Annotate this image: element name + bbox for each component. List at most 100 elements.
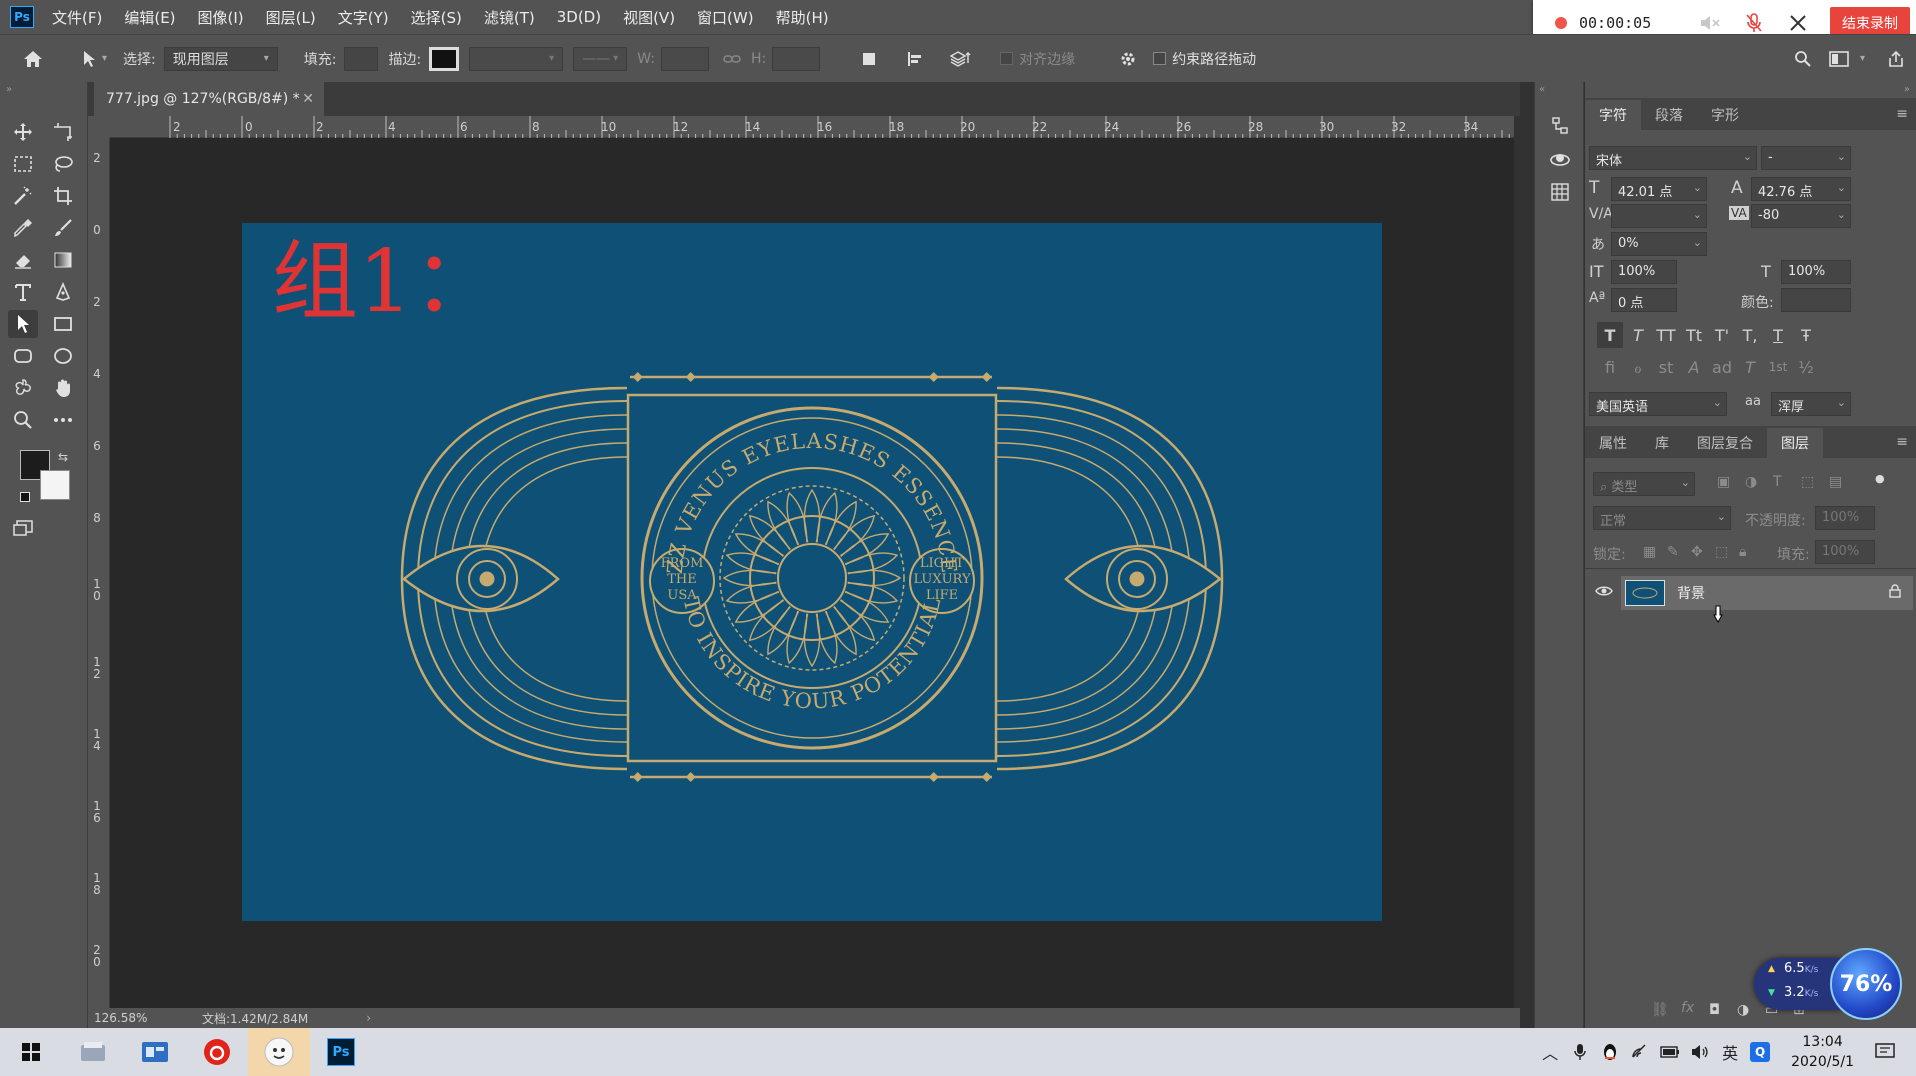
taskbar-app-explorer-icon[interactable] (62, 1028, 124, 1076)
discretionary-ligatures-button[interactable]: st (1653, 354, 1679, 380)
status-chevron-icon[interactable]: › (366, 1011, 371, 1025)
superscript-button[interactable]: T' (1709, 322, 1735, 348)
battery-icon[interactable] (1655, 1037, 1685, 1067)
vertical-scale-field[interactable]: 100% (1611, 260, 1677, 284)
fx-icon[interactable]: fx (1681, 1000, 1694, 1016)
path-selection-tool-icon[interactable] (8, 310, 38, 338)
microphone-icon[interactable] (1565, 1037, 1595, 1067)
lock-icon[interactable] (1889, 584, 1901, 602)
rectangle-tool-icon[interactable] (48, 310, 78, 338)
filter-shape-icon[interactable]: ⬚ (1801, 474, 1814, 490)
move-tool-icon[interactable] (8, 118, 38, 146)
menu-edit[interactable]: 编辑(E) (124, 7, 175, 28)
fill-field[interactable]: 100% (1815, 540, 1875, 564)
artboard-tool-icon[interactable] (48, 118, 78, 146)
blend-mode-dropdown[interactable]: 正常 ⌄ (1593, 506, 1731, 530)
lock-pixels-icon[interactable]: ✎ (1667, 544, 1679, 560)
canvas-area[interactable]: 组1： ZZ VENUS EYELASHES ESSENCE TO INSPIR… (110, 138, 1514, 1008)
brush-tool-icon[interactable] (48, 214, 78, 242)
document-tab[interactable]: 777.jpg @ 127%(RGB/8#) * ✕ (94, 82, 324, 116)
ligatures-button[interactable]: ﬁ (1597, 354, 1623, 380)
wifi-icon[interactable] (1625, 1037, 1655, 1067)
horizontal-scale-field[interactable]: 100% (1781, 260, 1851, 284)
ordinals-button[interactable]: 1st (1765, 354, 1791, 380)
share-icon[interactable] (1883, 46, 1909, 72)
speaker-muted-icon[interactable] (1699, 12, 1721, 34)
horizontal-ruler[interactable]: 2 0 2 4 6 8 10 12 14 16 18 20 22 24 26 2… (110, 116, 1514, 138)
lock-transparency-icon[interactable]: ▦ (1643, 544, 1656, 560)
windows-start-icon[interactable] (0, 1028, 62, 1076)
stroke-type-dropdown[interactable]: —— ▾ (573, 46, 628, 71)
menu-file[interactable]: 文件(F) (52, 7, 102, 28)
eraser-tool-icon[interactable] (8, 246, 38, 274)
path-selection-tool-icon[interactable] (76, 46, 102, 72)
search-app-icon[interactable]: Q (1745, 1037, 1775, 1067)
kerning-field[interactable]: ⌄ (1611, 204, 1707, 228)
leading-field[interactable]: 42.76 点 ⌄ (1751, 177, 1851, 201)
font-size-field[interactable]: 42.01 点 ⌄ (1611, 177, 1707, 201)
antialias-dropdown[interactable]: 浑厚 ⌄ (1771, 392, 1851, 416)
chevron-down-icon[interactable]: ▾ (102, 53, 107, 64)
volume-icon[interactable] (1685, 1037, 1715, 1067)
search-icon[interactable] (1790, 46, 1816, 72)
magic-wand-tool-icon[interactable] (8, 182, 38, 210)
tab-character[interactable]: 字符 (1585, 100, 1641, 130)
ellipse-tool-icon[interactable] (48, 342, 78, 370)
ruler-corner[interactable] (88, 116, 110, 138)
stroke-swatch[interactable] (429, 46, 460, 71)
fill-swatch[interactable] (344, 46, 379, 71)
opacity-field[interactable]: 100% (1815, 506, 1875, 530)
all-caps-button[interactable]: TT (1653, 322, 1679, 348)
tab-layers[interactable]: 图层 (1767, 428, 1823, 458)
taskbar-app-manager-icon[interactable] (124, 1028, 186, 1076)
swash-button[interactable]: A (1681, 354, 1707, 380)
filter-toggle-icon[interactable]: ● (1875, 472, 1885, 485)
default-colors-icon[interactable] (20, 492, 30, 502)
rounded-rectangle-tool-icon[interactable] (8, 342, 38, 370)
pen-tool-icon[interactable] (48, 278, 78, 306)
faux-italic-button[interactable]: T (1625, 322, 1651, 348)
adjustment-icon[interactable]: ◑ (1737, 1002, 1749, 1018)
menu-image[interactable]: 图像(I) (198, 7, 244, 28)
menu-filter[interactable]: 滤镜(T) (484, 7, 535, 28)
home-icon[interactable] (20, 46, 46, 72)
workspace-icon[interactable] (1826, 46, 1852, 72)
layer-name[interactable]: 背景 (1677, 583, 1705, 603)
collapse-toolbar-icon[interactable]: » (6, 84, 12, 95)
subscript-button[interactable]: T, (1737, 322, 1763, 348)
stylistic-alternates-button[interactable]: ad (1709, 354, 1735, 380)
menu-type[interactable]: 文字(Y) (338, 7, 389, 28)
mask-icon[interactable]: ◘ (1709, 1002, 1720, 1018)
eye-visibility-icon[interactable] (1595, 585, 1613, 601)
layer-row-background[interactable]: 背景 (1621, 576, 1913, 610)
grid-icon[interactable] (1548, 180, 1572, 204)
lock-position-icon[interactable]: ✥ (1691, 544, 1703, 560)
path-operations-icon[interactable] (856, 46, 882, 72)
gradient-tool-icon[interactable] (48, 246, 78, 274)
font-style-dropdown[interactable]: - ⌄ (1761, 146, 1851, 170)
network-speed-widget[interactable]: ▲ 6.5K/s ▼ 3.2K/s 76% (1754, 948, 1914, 1020)
tab-paragraph[interactable]: 段落 (1641, 100, 1697, 130)
link-icon[interactable]: ⛓ (1651, 1002, 1669, 1018)
history-icon[interactable] (1548, 114, 1572, 138)
link-icon[interactable] (719, 46, 745, 72)
filter-smart-object-icon[interactable]: ▤ (1829, 474, 1842, 490)
more-tools-icon[interactable] (48, 406, 78, 434)
taskbar-clock[interactable]: 13:04 2020/5/1 (1791, 1032, 1854, 1072)
taskbar-app-netease-music-icon[interactable] (186, 1028, 248, 1076)
tab-glyphs[interactable]: 字形 (1697, 100, 1753, 130)
menu-window[interactable]: 窗口(W) (697, 7, 754, 28)
show-hidden-icons-icon[interactable]: ︿ (1535, 1037, 1565, 1067)
taskbar-app-recorder-icon[interactable] (248, 1028, 310, 1076)
notification-center-icon[interactable] (1870, 1037, 1900, 1067)
path-alignment-icon[interactable] (902, 46, 928, 72)
panel-menu-icon[interactable]: ≡ (1896, 106, 1908, 122)
font-family-dropdown[interactable]: 宋体 ⌄ (1589, 146, 1757, 170)
baseline-shift-field[interactable]: 0 点 (1611, 288, 1677, 312)
fractions-button[interactable]: ½ (1793, 354, 1819, 380)
tab-properties[interactable]: 属性 (1585, 428, 1641, 458)
screen-mode-icon[interactable] (8, 514, 38, 542)
crop-tool-icon[interactable] (48, 182, 78, 210)
tab-layer-comps[interactable]: 图层复合 (1683, 428, 1767, 458)
microphone-muted-icon[interactable] (1743, 12, 1765, 34)
